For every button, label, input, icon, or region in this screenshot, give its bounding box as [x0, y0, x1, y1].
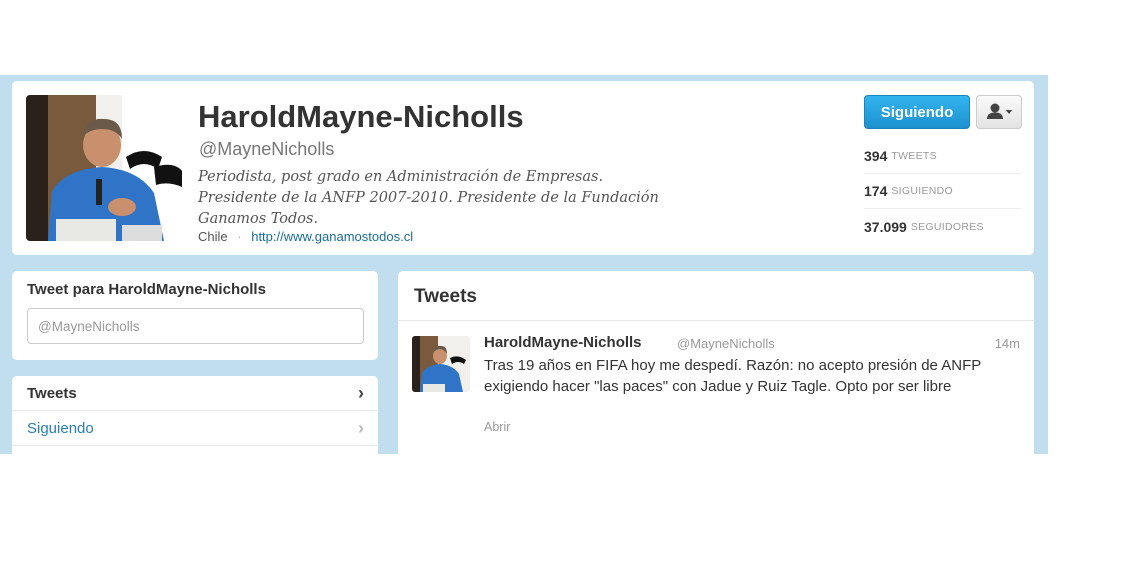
user-actions-button[interactable]	[976, 95, 1022, 129]
caret-down-icon	[1006, 110, 1012, 114]
tweet-open-link[interactable]: Abrir	[484, 420, 510, 434]
profile-nav: Tweets › Siguiendo ›	[12, 376, 378, 454]
stat-label: SIGUIENDO	[891, 185, 953, 197]
stat-value: 174	[864, 183, 888, 199]
profile-avatar[interactable]	[26, 95, 182, 241]
stat-followers[interactable]: 37.099 SEGUIDORES	[864, 209, 1022, 244]
tweet-avatar-photo	[412, 336, 470, 392]
bio-line: Presidente de la ANFP 2007-2010. Preside…	[198, 190, 659, 206]
profile-header-card: HaroldMayne-Nicholls @MayneNicholls Peri…	[12, 81, 1034, 255]
compose-tweet-input[interactable]	[27, 308, 364, 344]
meta-separator: ·	[237, 229, 242, 244]
chevron-right-icon: ›	[358, 417, 364, 438]
tweets-timeline: Tweets HaroldMayne-Nicholls @MayneNichol…	[398, 271, 1034, 454]
stat-label: SEGUIDORES	[910, 220, 984, 233]
tweet-avatar[interactable]	[412, 336, 470, 392]
stat-value: 394	[864, 148, 888, 164]
profile-photo	[26, 95, 182, 241]
tweet-author-name[interactable]: HaroldMayne-Nicholls	[484, 334, 642, 351]
nav-item-label: Tweets	[27, 384, 77, 402]
bio-line: Ganamos Todos.	[198, 211, 319, 227]
bio-line: Periodista, post grado en Administración…	[198, 169, 604, 185]
nav-item-following[interactable]: Siguiendo ›	[12, 411, 378, 446]
timeline-title: Tweets	[414, 286, 478, 307]
following-button[interactable]: Siguiendo	[864, 95, 970, 129]
profile-stats: 394 TWEETS 174 SIGUIENDO 37.099 SEGUIDOR…	[864, 139, 1022, 244]
tweet-item[interactable]: HaroldMayne-Nicholls @MayneNicholls 14m …	[398, 322, 1034, 454]
nav-item-label: Siguiendo	[27, 419, 94, 437]
tweet-author-handle[interactable]: @MayneNicholls	[677, 336, 775, 351]
stat-value: 37.099	[864, 218, 907, 235]
timeline-header: Tweets	[398, 271, 1034, 321]
tweet-timestamp[interactable]: 14m	[995, 336, 1020, 351]
profile-name: HaroldMayne-Nicholls	[198, 99, 524, 134]
compose-title: Tweet para HaroldMayne-Nicholls	[27, 281, 266, 298]
nav-item-tweets[interactable]: Tweets ›	[12, 376, 378, 411]
profile-website-link[interactable]: http://www.ganamostodos.cl	[251, 229, 413, 244]
stat-tweets[interactable]: 394 TWEETS	[864, 139, 1022, 174]
profile-meta: Chile · http://www.ganamostodos.cl	[198, 229, 413, 244]
stat-following[interactable]: 174 SIGUIENDO	[864, 174, 1022, 209]
profile-location: Chile	[198, 229, 228, 244]
profile-bio: Periodista, post grado en Administración…	[198, 167, 698, 230]
tweet-text: Tras 19 años en FIFA hoy me despedí. Raz…	[484, 357, 981, 395]
profile-handle: @MayneNicholls	[199, 139, 335, 159]
page-background: HaroldMayne-Nicholls @MayneNicholls Peri…	[0, 75, 1048, 454]
person-icon	[987, 103, 1012, 119]
stat-label: TWEETS	[891, 150, 937, 162]
compose-tweet-card: Tweet para HaroldMayne-Nicholls	[12, 271, 378, 360]
chevron-right-icon: ›	[358, 382, 364, 403]
